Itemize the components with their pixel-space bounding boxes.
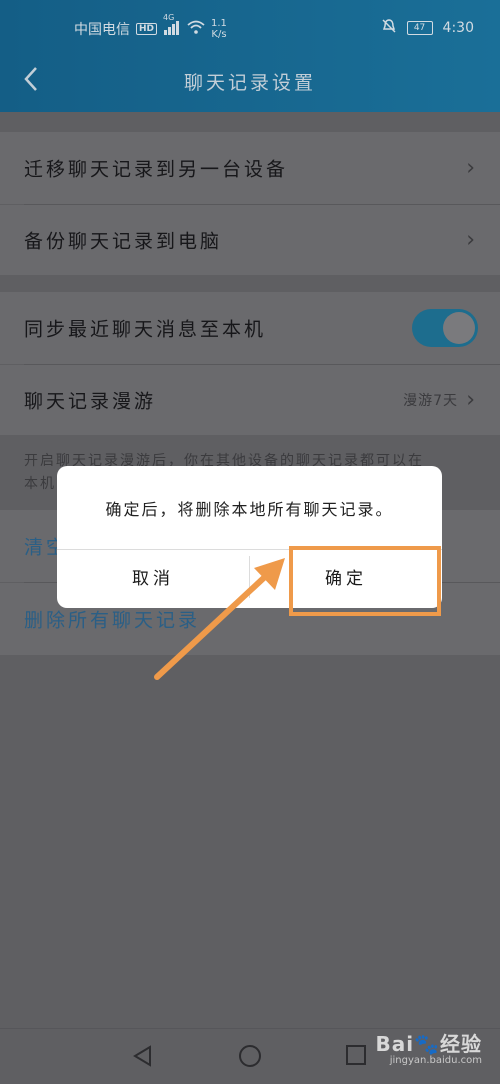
speed-unit: K/s [211,29,227,40]
sync-recent-label: 同步最近聊天消息至本机 [24,318,267,341]
mute-icon [381,18,397,38]
battery-icon: 47 [406,21,433,35]
chevron-right-icon: › [466,227,478,253]
wifi-icon [187,20,205,38]
roaming-label: 聊天记录漫游 [24,390,157,413]
migrate-records-item[interactable]: 迁移聊天记录到另一台设备 › [0,132,500,204]
cancel-button[interactable]: 取消 [57,550,249,608]
migrate-records-label: 迁移聊天记录到另一台设备 [24,158,289,181]
battery-level: 47 [413,23,426,33]
clock: 4:30 [442,20,474,36]
signal-icon: 4G [163,13,181,38]
nav-back-icon[interactable] [130,1044,154,1068]
delete-all-label: 删除所有聊天记录 [24,609,201,632]
network-type: 4G [163,12,175,22]
watermark-brand: Bai [375,1032,415,1056]
backup-to-pc-label: 备份聊天记录到电脑 [24,230,223,253]
backup-to-pc-item[interactable]: 备份聊天记录到电脑 › [0,205,500,275]
toggle-knob [443,312,475,344]
status-bar: 中国电信 HD 4G 1.1 K/s 47 4:30 [0,12,500,48]
app-header: 中国电信 HD 4G 1.1 K/s 47 4:30 聊天记录设置 [0,0,500,112]
nav-recents-icon[interactable] [345,1044,367,1066]
watermark-site: jingyan.baidu.com [389,1055,482,1066]
network-speed: 1.1 K/s [211,18,227,40]
hd-badge: HD [136,23,158,35]
baidu-jingyan-watermark: Bai🐾经验 jingyan.baidu.com [375,1028,482,1066]
watermark-brand-suffix: 经验 [440,1032,482,1056]
paw-icon: 🐾 [414,1032,440,1056]
sync-recent-item: 同步最近聊天消息至本机 [0,292,500,364]
list-top-gap [0,112,500,132]
page-title: 聊天记录设置 [183,72,316,94]
sync-toggle[interactable] [412,309,478,347]
confirm-highlight-box [289,546,441,616]
dialog-message: 确定后，将删除本地所有聊天记录。 [105,500,394,519]
chevron-right-icon: › [466,387,478,413]
carrier-name: 中国电信 [74,22,130,38]
roaming-value: 漫游7天 [403,393,458,409]
roaming-item[interactable]: 聊天记录漫游 漫游7天 › [0,365,500,435]
nav-home-icon[interactable] [238,1044,262,1068]
speed-value: 1.1 [211,18,227,29]
chevron-right-icon: › [466,155,478,181]
